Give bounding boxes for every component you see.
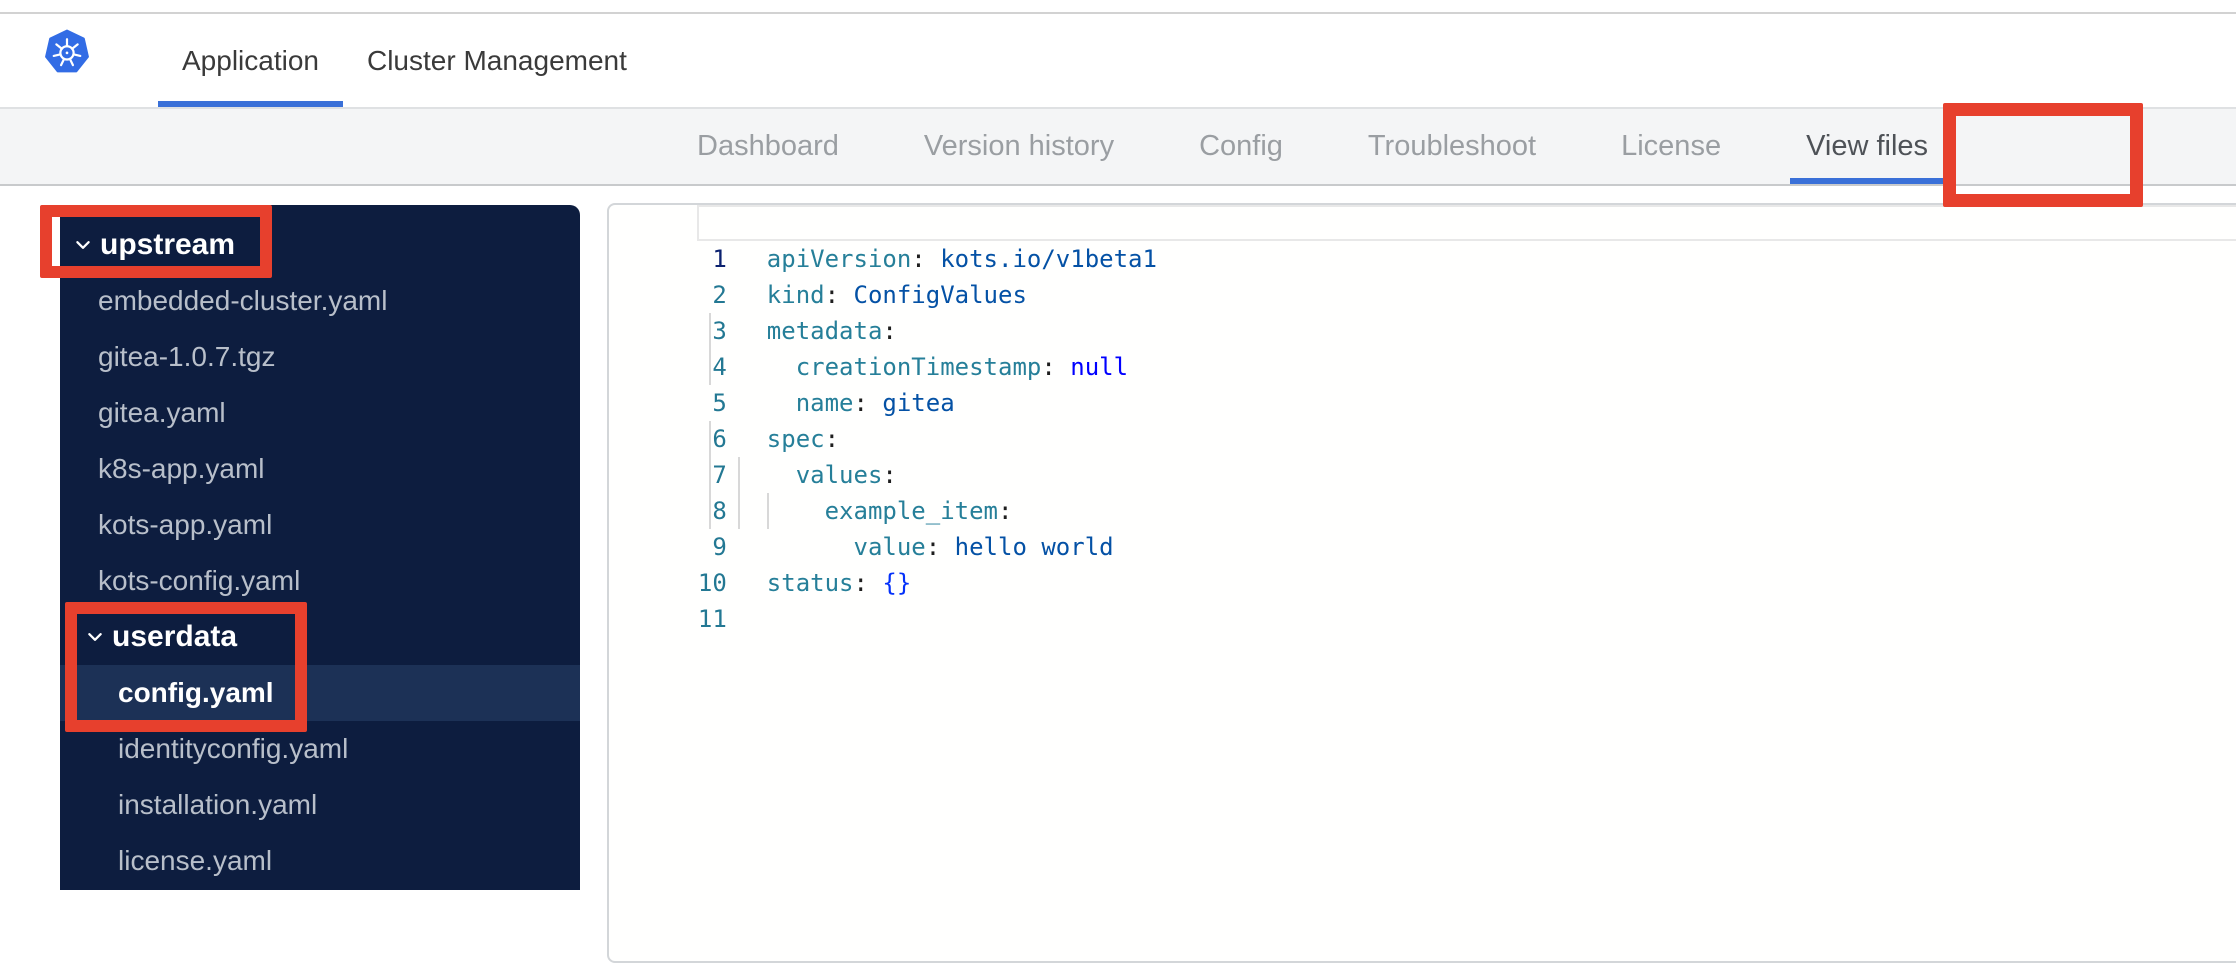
nav-item-label: Config <box>1199 130 1283 162</box>
file-tree-label: license.yaml <box>118 845 273 876</box>
editor-code-line-4[interactable]: 4 creationTimestamp: null <box>609 313 2236 381</box>
indent-guide <box>709 421 711 457</box>
file-tree-label: userdata <box>112 620 238 653</box>
nav-item-label: License <box>1621 130 1722 162</box>
editor-code-line-5[interactable]: 5 name: gitea <box>609 349 2236 417</box>
nav-items: Dashboard Version history Config Trouble… <box>681 109 1944 184</box>
header-tab-label: Cluster Management <box>366 44 627 76</box>
yaml-code-editor[interactable]: 1 apiVersion: kots.io/v1beta1 2 kind: Conf… <box>607 203 2236 963</box>
indent-guide <box>737 457 740 493</box>
nav-item-label: Dashboard <box>697 130 839 162</box>
app-nav-bar: Dashboard Version history Config Trouble… <box>0 109 2236 186</box>
file-tree-label: config.yaml <box>118 677 274 708</box>
file-tree-label: upstream <box>100 228 236 261</box>
editor-code-line-2[interactable]: 2 kind: ConfigValues <box>609 241 2236 309</box>
editor-code-line-9[interactable]: 9 value: hello world <box>609 493 2236 561</box>
editor-code-line-3[interactable]: 3 metadata: <box>609 277 2236 345</box>
indent-guide <box>709 349 711 385</box>
file-tree-row-upstream[interactable]: upstream <box>60 217 580 273</box>
nav-item-label: View files <box>1806 130 1929 162</box>
chevron-down-icon <box>74 236 92 254</box>
file-tree-row-kots-app-yaml[interactable]: kots-app.yaml <box>60 497 580 553</box>
nav-item-view-files[interactable]: View files <box>1790 109 1944 184</box>
nav-item-version-history[interactable]: Version history <box>908 109 1130 184</box>
file-tree-row-kots-config-yaml[interactable]: kots-config.yaml <box>60 553 580 609</box>
editor-code-line-10[interactable]: 10 status: {} <box>609 529 2236 597</box>
nav-item-label: Troubleshoot <box>1367 130 1537 162</box>
nav-item-license[interactable]: License <box>1605 109 1737 184</box>
file-tree-row-embedded-cluster-yaml[interactable]: embedded-cluster.yaml <box>60 273 580 329</box>
file-tree-label: k8s-app.yaml <box>98 453 265 484</box>
editor-code-line-6[interactable]: 6 spec: <box>609 385 2236 453</box>
header-tab-application[interactable]: Application <box>158 14 343 107</box>
file-tree-label: kots-app.yaml <box>98 509 273 540</box>
editor-code-line-1[interactable]: 1 apiVersion: kots.io/v1beta1 <box>609 205 2236 273</box>
indent-guide <box>737 493 740 529</box>
nav-item-troubleshoot[interactable]: Troubleshoot <box>1352 109 1552 184</box>
editor-code-line-7[interactable]: 7 values: <box>609 421 2236 489</box>
file-tree-row-config-yaml[interactable]: config.yaml <box>60 665 580 721</box>
file-tree-row-gitea-1-0-7-tgz[interactable]: gitea-1.0.7.tgz <box>60 329 580 385</box>
nav-item-dashboard[interactable]: Dashboard <box>681 109 855 184</box>
file-tree-label: kots-config.yaml <box>98 565 301 596</box>
indent-guide <box>709 493 711 529</box>
line-number: 11 <box>697 605 727 633</box>
file-tree-label: embedded-cluster.yaml <box>98 285 388 316</box>
editor-code-line-11[interactable]: 11 <box>609 565 2236 633</box>
header-tab-label: Application <box>182 44 319 76</box>
file-tree-label: installation.yaml <box>118 789 318 820</box>
file-tree-row-identityconfig-yaml[interactable]: identityconfig.yaml <box>60 721 580 777</box>
app-header: Application Cluster Management <box>0 14 2236 109</box>
file-tree-label: gitea.yaml <box>98 397 226 428</box>
nav-item-config[interactable]: Config <box>1183 109 1299 184</box>
chevron-down-icon <box>86 628 104 646</box>
file-tree-sidebar: upstream embedded-cluster.yaml gitea-1.0… <box>60 205 580 890</box>
indent-guide <box>709 457 711 493</box>
file-tree-label: identityconfig.yaml <box>118 733 349 764</box>
nav-item-label: Version history <box>923 130 1115 162</box>
file-tree-row-gitea-yaml[interactable]: gitea.yaml <box>60 385 580 441</box>
header-tab-cluster-management[interactable]: Cluster Management <box>343 14 651 107</box>
editor-code-line-8[interactable]: 8 example_item: <box>609 457 2236 525</box>
file-tree-label: gitea-1.0.7.tgz <box>98 341 276 372</box>
header-tab-bar: Application Cluster Management <box>158 14 651 107</box>
kubernetes-logo-icon[interactable] <box>45 28 89 76</box>
file-tree-row-k8s-app-yaml[interactable]: k8s-app.yaml <box>60 441 580 497</box>
indent-guide <box>766 493 769 529</box>
file-tree-row-installation-yaml[interactable]: installation.yaml <box>60 777 580 833</box>
indent-guide <box>709 313 711 349</box>
file-tree-row-userdata[interactable]: userdata <box>60 609 580 665</box>
file-tree-row-license-yaml[interactable]: license.yaml <box>60 833 580 889</box>
